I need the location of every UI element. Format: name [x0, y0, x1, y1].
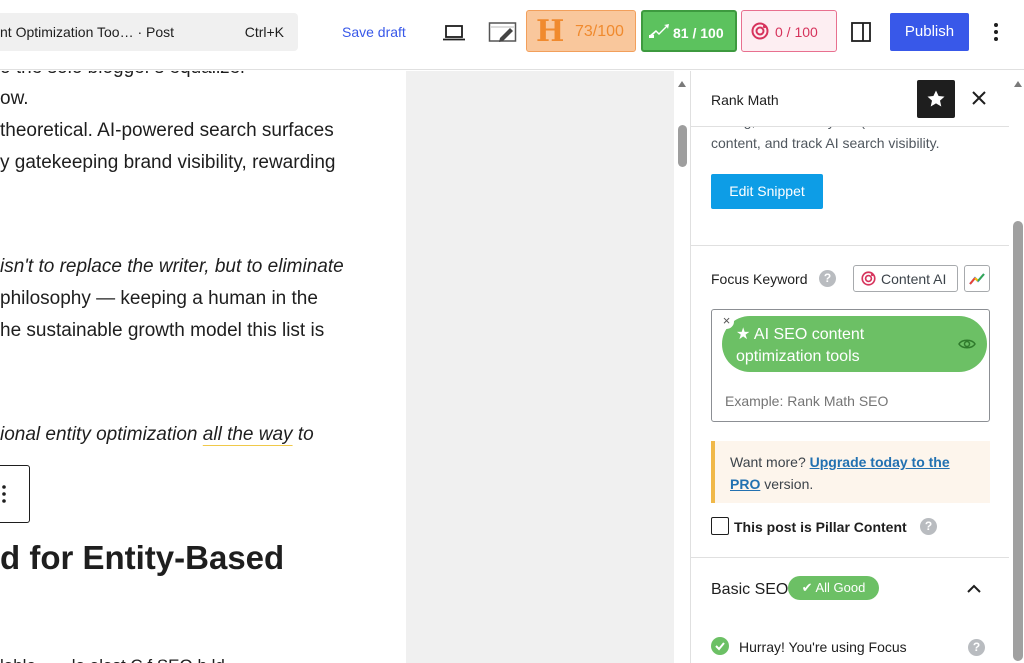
paragraph-line[interactable]: o the solo blogger's equalizer: [0, 71, 247, 80]
intro-line: content, and track AI search visibility.: [711, 135, 940, 151]
scroll-up-arrow-icon[interactable]: [677, 75, 687, 93]
command-shortcut: Ctrl+K: [244, 24, 284, 40]
highlighted-link[interactable]: all the way: [203, 424, 293, 445]
rank-math-icon: [648, 23, 670, 42]
preview-laptop-icon[interactable]: [441, 20, 467, 46]
paragraph-line[interactable]: y gatekeeping brand visibility, rewardin…: [0, 151, 336, 175]
trend-chart-icon: [969, 273, 985, 285]
keyword-line-2: optimization tools: [736, 348, 860, 365]
sidebar-header: Rank Math: [691, 71, 1009, 127]
publish-button[interactable]: Publish: [890, 13, 969, 51]
scroll-up-arrow-icon[interactable]: [1013, 75, 1023, 93]
check-success-icon: [711, 637, 729, 655]
eye-icon[interactable]: [958, 335, 976, 358]
sidebar-toggle-icon[interactable]: [849, 20, 873, 44]
notice-suffix: version.: [760, 476, 814, 492]
help-icon[interactable]: ?: [968, 639, 985, 656]
keyword-tag-text: ★ AI SEO content optimization tools: [736, 324, 864, 368]
sidebar-title: Rank Math: [711, 92, 779, 108]
more-options-icon[interactable]: [988, 20, 1004, 44]
focus-keyword-input[interactable]: × ★ AI SEO content optimization tools Ex…: [711, 309, 990, 422]
paragraph-line[interactable]: he sustainable growth model this list is: [0, 319, 324, 343]
notice-prefix: Want more?: [730, 454, 810, 470]
content-ai-button-label: Content AI: [881, 271, 947, 287]
status-badge: ✔ All Good: [788, 576, 879, 600]
editor-canvas-background: [406, 71, 674, 663]
headline-score-button[interactable]: H 73/100: [526, 10, 636, 52]
save-draft-button[interactable]: Save draft: [342, 24, 406, 40]
seo-score-button[interactable]: 81 / 100: [641, 10, 737, 52]
paragraph-line[interactable]: ow.: [0, 87, 29, 111]
keyword-line-1: AI SEO content: [753, 326, 865, 343]
upgrade-pro-link[interactable]: PRO: [730, 476, 760, 492]
star-icon: ★: [736, 326, 754, 343]
divider: [691, 557, 1009, 558]
headline-h-icon: H: [536, 14, 565, 49]
italic-text: ional entity optimization: [0, 424, 203, 445]
content-ai-icon: [751, 22, 769, 43]
keyword-trends-button[interactable]: [964, 265, 990, 292]
star-icon: [927, 90, 945, 107]
editor-top-toolbar: nt Optimization Too… · Post Ctrl+K Save …: [0, 0, 1024, 70]
edit-snippet-button[interactable]: Edit Snippet: [711, 174, 823, 209]
close-icon[interactable]: [970, 89, 988, 112]
pillar-content-checkbox[interactable]: [711, 517, 729, 535]
upgrade-link[interactable]: Upgrade today to the: [810, 454, 950, 470]
focus-keyword-label: Focus Keyword: [711, 271, 808, 287]
paragraph-line[interactable]: isn't to replace the writer, but to elim…: [0, 255, 344, 279]
pillar-content-label[interactable]: This post is Pillar Content: [734, 519, 907, 535]
rank-math-sidebar: mizing, … monitor yo… (… content, and tr…: [690, 71, 1024, 663]
notice-line-1: Want more? Upgrade today to the: [730, 451, 950, 473]
paragraph-line[interactable]: theoretical. AI-powered search surfaces: [0, 119, 334, 143]
divider: [691, 245, 1009, 246]
block-toolbar-button[interactable]: [0, 465, 30, 523]
edit-post-icon[interactable]: [488, 20, 518, 46]
seo-score-value: 81 / 100: [673, 25, 724, 41]
check-item-text: Hurray! You're using Focus: [739, 639, 907, 655]
command-palette-button[interactable]: nt Optimization Too… · Post Ctrl+K: [0, 13, 298, 51]
drag-handle-icon[interactable]: [0, 483, 8, 511]
help-icon[interactable]: ?: [920, 518, 937, 535]
paragraph-line[interactable]: lable … ∙ la alast C f SEO h ld: [0, 654, 225, 663]
post-heading[interactable]: d for Entity-Based: [0, 539, 284, 577]
italic-text: to: [292, 424, 314, 445]
pin-star-button[interactable]: [917, 80, 955, 118]
chevron-up-icon[interactable]: [967, 581, 981, 599]
remove-keyword-icon[interactable]: ×: [719, 314, 734, 329]
content-ai-icon: [861, 271, 876, 289]
keyword-placeholder: Example: Rank Math SEO: [725, 393, 889, 409]
content-ai-score-value: 0 / 100: [775, 24, 818, 40]
basic-seo-label[interactable]: Basic SEO: [711, 581, 788, 599]
content-ai-button[interactable]: Content AI: [853, 265, 958, 292]
headline-score-value: 73/100: [575, 23, 624, 40]
sidebar-scrollbar[interactable]: [1009, 71, 1024, 663]
scrollbar-thumb[interactable]: [678, 125, 687, 167]
paragraph-line-italic[interactable]: ional entity optimization all the way to: [0, 423, 314, 447]
editor-scrollbar[interactable]: [674, 71, 690, 663]
notice-line-2: PRO version.: [730, 473, 813, 495]
scrollbar-thumb[interactable]: [1013, 221, 1023, 661]
paragraph-line[interactable]: philosophy — keeping a human in the: [0, 287, 318, 311]
content-ai-score-button[interactable]: 0 / 100: [741, 10, 837, 52]
document-title: nt Optimization Too… · Post: [0, 24, 175, 40]
editor-canvas[interactable]: o the solo blogger's equalizer ow. theor…: [0, 71, 406, 663]
help-icon[interactable]: ?: [819, 270, 836, 287]
upgrade-notice: Want more? Upgrade today to the PRO vers…: [711, 441, 990, 503]
keyword-tag[interactable]: ★ AI SEO content optimization tools: [722, 316, 987, 372]
